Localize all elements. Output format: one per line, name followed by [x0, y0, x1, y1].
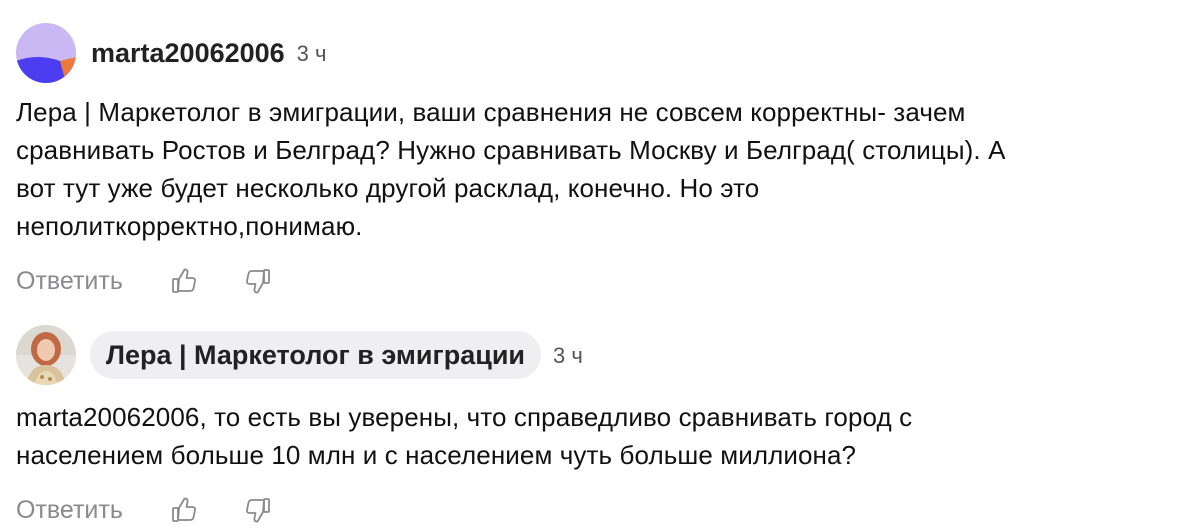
comment-author[interactable]: Лера | Маркетолог в эмиграции [90, 331, 542, 379]
comment-header: Лера | Маркетолог в эмиграции 3 ч [16, 324, 1184, 386]
avatar-image [16, 325, 76, 385]
thumbs-up-icon[interactable] [167, 493, 201, 527]
avatar-image [16, 23, 76, 83]
reply-button[interactable]: Ответить [16, 496, 123, 525]
comment-actions: Ответить [16, 490, 1184, 530]
comment-text: marta20062006, то есть вы уверены, что с… [16, 398, 1184, 474]
comment-text-line: Лера | Маркетолог в эмиграции, ваши срав… [16, 97, 966, 127]
comment-text-line: неполиткорректно,понимаю. [16, 211, 363, 241]
comment-actions: Ответить [16, 261, 1184, 301]
comment-text-line: населением больше 10 млн и с населением … [16, 440, 857, 470]
comment-author[interactable]: marta20062006 [91, 38, 285, 69]
thumbs-down-icon[interactable] [241, 493, 275, 527]
comment-text-line: marta20062006, то есть вы уверены, что с… [16, 402, 913, 432]
thumbs-down-icon[interactable] [241, 264, 275, 298]
thumbs-up-icon[interactable] [167, 264, 201, 298]
comment-text-line: сравнивать Ростов и Белград? Нужно сравн… [16, 135, 1006, 165]
comment: Лера | Маркетолог в эмиграции 3 ч marta2… [16, 324, 1184, 530]
comment-text-line: вот тут уже будет несколько другой раскл… [16, 173, 760, 203]
comment-time: 3 ч [296, 41, 327, 66]
comment-text: Лера | Маркетолог в эмиграции, ваши срав… [16, 93, 1184, 245]
avatar[interactable] [16, 325, 76, 385]
avatar[interactable] [16, 23, 76, 83]
comment-time: 3 ч [553, 343, 583, 368]
reply-button[interactable]: Ответить [16, 267, 123, 296]
comment-header: marta20062006 3 ч [16, 22, 1184, 84]
comment: marta20062006 3 ч Лера | Маркетолог в эм… [16, 22, 1184, 301]
